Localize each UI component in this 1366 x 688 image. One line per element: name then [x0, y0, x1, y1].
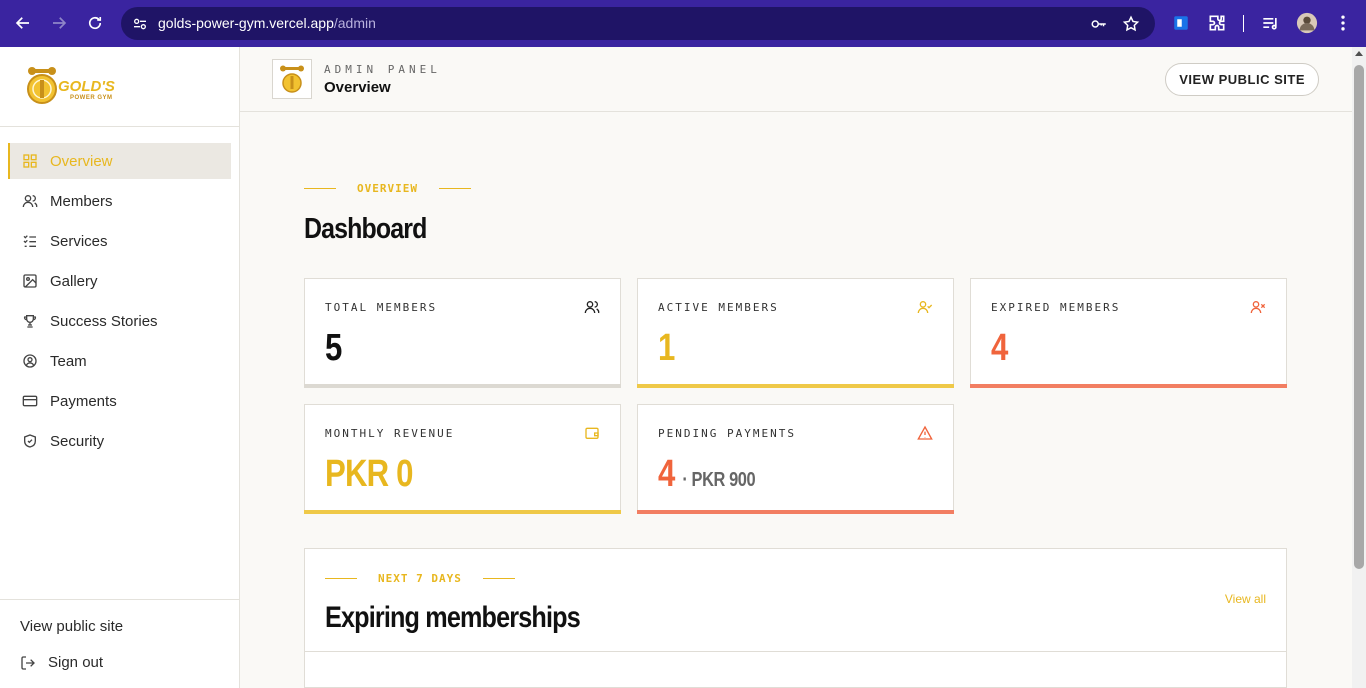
users-icon — [22, 193, 38, 209]
sidebar-item-label: Success Stories — [50, 312, 158, 330]
expiring-title: Expiring memberships — [325, 601, 581, 634]
card-accent-bar — [304, 510, 621, 514]
sidebar-item-payments[interactable]: Payments — [8, 383, 231, 419]
page-scrollbar[interactable] — [1352, 47, 1366, 688]
address-bar[interactable]: golds-power-gym.vercel.app/admin — [121, 7, 1155, 40]
key-icon[interactable] — [1089, 14, 1109, 34]
card-value: 4 — [991, 327, 1008, 369]
label-line — [325, 578, 357, 579]
sidebar-item-label: Members — [50, 192, 113, 210]
sidebar-item-security[interactable]: Security — [8, 423, 231, 459]
trophy-icon — [22, 313, 38, 329]
sidebar-item-label: Team — [50, 352, 87, 370]
logo-subtext: POWER GYM — [70, 95, 113, 101]
users-icon — [584, 299, 600, 315]
card-label: TOTAL MEMBERS — [325, 301, 438, 314]
sign-out-button[interactable]: Sign out — [20, 654, 103, 671]
sidebar-item-label: Overview — [50, 152, 113, 170]
shield-icon — [22, 433, 38, 449]
sidebar-item-label: Services — [50, 232, 108, 250]
user-x-icon — [1250, 299, 1266, 315]
sidebar-item-gallery[interactable]: Gallery — [8, 263, 231, 299]
top-header: ADMIN PANEL Overview VIEW PUBLIC SITE — [240, 47, 1352, 112]
card-accent-bar — [970, 384, 1287, 388]
sidebar-footer: View public site Sign out — [0, 599, 239, 688]
sidebar-nav: Overview Members Services Gallery Succes… — [0, 127, 239, 459]
logo-area: GOLD'S POWER GYM — [0, 47, 239, 127]
stat-card-active-members[interactable]: ACTIVE MEMBERS 1 — [637, 278, 954, 388]
reload-icon — [88, 16, 102, 30]
card-subvalue: · PKR 900 — [682, 469, 756, 491]
back-button[interactable] — [11, 11, 35, 35]
card-label: PENDING PAYMENTS — [658, 427, 796, 440]
extension-icon[interactable] — [1170, 12, 1192, 34]
sidebar-item-team[interactable]: Team — [8, 343, 231, 379]
stat-card-expired-members[interactable]: EXPIRED MEMBERS 4 — [970, 278, 1287, 388]
expiring-section-label: NEXT 7 DAYS — [325, 572, 515, 585]
site-settings-icon[interactable] — [129, 13, 151, 35]
sidebar-item-label: Gallery — [50, 272, 98, 290]
wallet-icon — [584, 425, 600, 441]
sidebar-item-members[interactable]: Members — [8, 183, 231, 219]
page-title: Dashboard — [304, 213, 427, 245]
golds-logo[interactable]: GOLD'S POWER GYM — [26, 65, 130, 109]
sidebar-item-label: Security — [50, 432, 105, 450]
card-label: EXPIRED MEMBERS — [991, 301, 1121, 314]
forward-button[interactable] — [47, 11, 71, 35]
label-line — [482, 578, 515, 579]
view-public-site-button[interactable]: VIEW PUBLIC SITE — [1165, 63, 1319, 96]
menu-dots-icon[interactable] — [1332, 12, 1354, 34]
toolbar-divider — [1243, 15, 1244, 32]
overview-section-label: OVERVIEW — [304, 182, 471, 195]
card-accent-bar — [304, 384, 621, 388]
label-line — [438, 188, 471, 189]
stat-card-total-members[interactable]: TOTAL MEMBERS 5 — [304, 278, 621, 388]
profile-avatar[interactable] — [1296, 12, 1318, 34]
stat-card-monthly-revenue[interactable]: MONTHLY REVENUE PKR 0 — [304, 404, 621, 514]
scroll-thumb[interactable] — [1354, 65, 1364, 569]
card-label: ACTIVE MEMBERS — [658, 301, 779, 314]
card-value: PKR 0 — [325, 453, 413, 495]
panel-divider — [305, 651, 1286, 652]
card-label: MONTHLY REVENUE — [325, 427, 455, 440]
card-accent-bar — [637, 384, 954, 388]
header-logo — [272, 59, 312, 99]
expiring-memberships-panel: NEXT 7 DAYS Expiring memberships View al… — [304, 548, 1287, 688]
sign-out-label: Sign out — [48, 654, 104, 671]
log-out-icon — [20, 655, 36, 671]
stat-card-pending-payments[interactable]: PENDING PAYMENTS 4 · PKR 900 — [637, 404, 954, 514]
label-line — [304, 188, 336, 189]
card-accent-bar — [637, 510, 954, 514]
logo-text: GOLD'S — [58, 78, 115, 95]
browser-toolbar: golds-power-gym.vercel.app/admin — [0, 0, 1366, 47]
view-all-link[interactable]: View all — [1225, 592, 1266, 606]
arrow-right-icon — [53, 17, 67, 29]
sidebar-item-services[interactable]: Services — [8, 223, 231, 259]
header-title: Overview — [324, 79, 391, 96]
image-icon — [22, 273, 38, 289]
user-circle-icon — [22, 353, 38, 369]
card-value: 5 — [325, 327, 342, 369]
sidebar-item-success-stories[interactable]: Success Stories — [8, 303, 231, 339]
checklist-icon — [22, 233, 38, 249]
alert-triangle-icon — [917, 425, 933, 441]
url-text: golds-power-gym.vercel.app/admin — [158, 15, 376, 31]
sidebar-item-label: Payments — [50, 392, 117, 410]
puzzle-icon[interactable] — [1206, 12, 1228, 34]
scroll-up-arrow[interactable] — [1355, 51, 1363, 56]
credit-card-icon — [22, 393, 38, 409]
user-check-icon — [917, 299, 933, 315]
arrow-left-icon — [15, 17, 29, 29]
view-public-site-link[interactable]: View public site — [20, 618, 123, 635]
card-value: 1 — [658, 327, 675, 369]
sidebar: GOLD'S POWER GYM Overview Members Servic… — [0, 47, 240, 688]
grid-icon — [22, 153, 38, 169]
media-control-icon[interactable] — [1259, 12, 1281, 34]
header-eyebrow: ADMIN PANEL — [324, 63, 441, 76]
sidebar-item-overview[interactable]: Overview — [8, 143, 231, 179]
reload-button[interactable] — [83, 11, 107, 35]
bookmark-star-icon[interactable] — [1121, 14, 1141, 34]
card-value: 4 · PKR 900 — [658, 453, 756, 495]
